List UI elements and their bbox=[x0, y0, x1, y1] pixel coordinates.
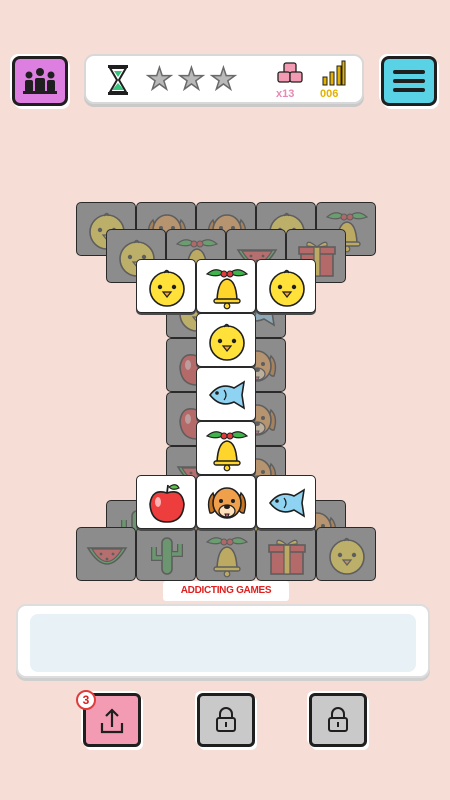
tile-cactus bbox=[136, 527, 196, 581]
cactus-icon bbox=[151, 537, 183, 575]
bell-icon bbox=[205, 269, 249, 310]
tile-watermelon bbox=[76, 527, 136, 581]
lock-icon bbox=[328, 707, 348, 732]
tile-tray bbox=[16, 604, 430, 678]
chick-icon bbox=[269, 269, 305, 307]
watermelon-icon bbox=[86, 547, 128, 565]
undo-count-badge: 3 bbox=[76, 690, 96, 710]
fish-icon bbox=[208, 380, 246, 410]
tile-bell[interactable] bbox=[196, 421, 256, 475]
tile-chick[interactable] bbox=[196, 313, 256, 367]
dog-icon bbox=[207, 487, 247, 519]
lock-icon bbox=[216, 707, 236, 732]
gift-icon bbox=[268, 539, 306, 575]
tile-dog[interactable] bbox=[196, 475, 256, 529]
locked-powerup-button[interactable] bbox=[309, 693, 367, 747]
bell-icon bbox=[205, 431, 249, 472]
tile-apple[interactable] bbox=[136, 475, 196, 529]
undo-arrow-icon bbox=[100, 708, 124, 734]
locked-powerup-button[interactable] bbox=[197, 693, 255, 747]
tile-gift bbox=[256, 527, 316, 581]
chick-icon bbox=[209, 323, 245, 361]
tile-chick[interactable] bbox=[256, 259, 316, 313]
chick-icon bbox=[149, 269, 185, 307]
tile-fish[interactable] bbox=[196, 367, 256, 421]
apple-icon bbox=[149, 484, 185, 523]
tile-chick bbox=[316, 527, 376, 581]
tile-fish[interactable] bbox=[256, 475, 316, 529]
brand-label: ADDICTING GAMES bbox=[163, 581, 289, 601]
fish-icon bbox=[268, 488, 306, 518]
tile-chick[interactable] bbox=[136, 259, 196, 313]
tile-board bbox=[0, 0, 450, 600]
tray-slots bbox=[30, 614, 416, 672]
tile-bell[interactable] bbox=[196, 259, 256, 313]
tile-bell bbox=[196, 527, 256, 581]
bell-icon bbox=[205, 537, 249, 578]
chick-icon bbox=[329, 537, 365, 575]
